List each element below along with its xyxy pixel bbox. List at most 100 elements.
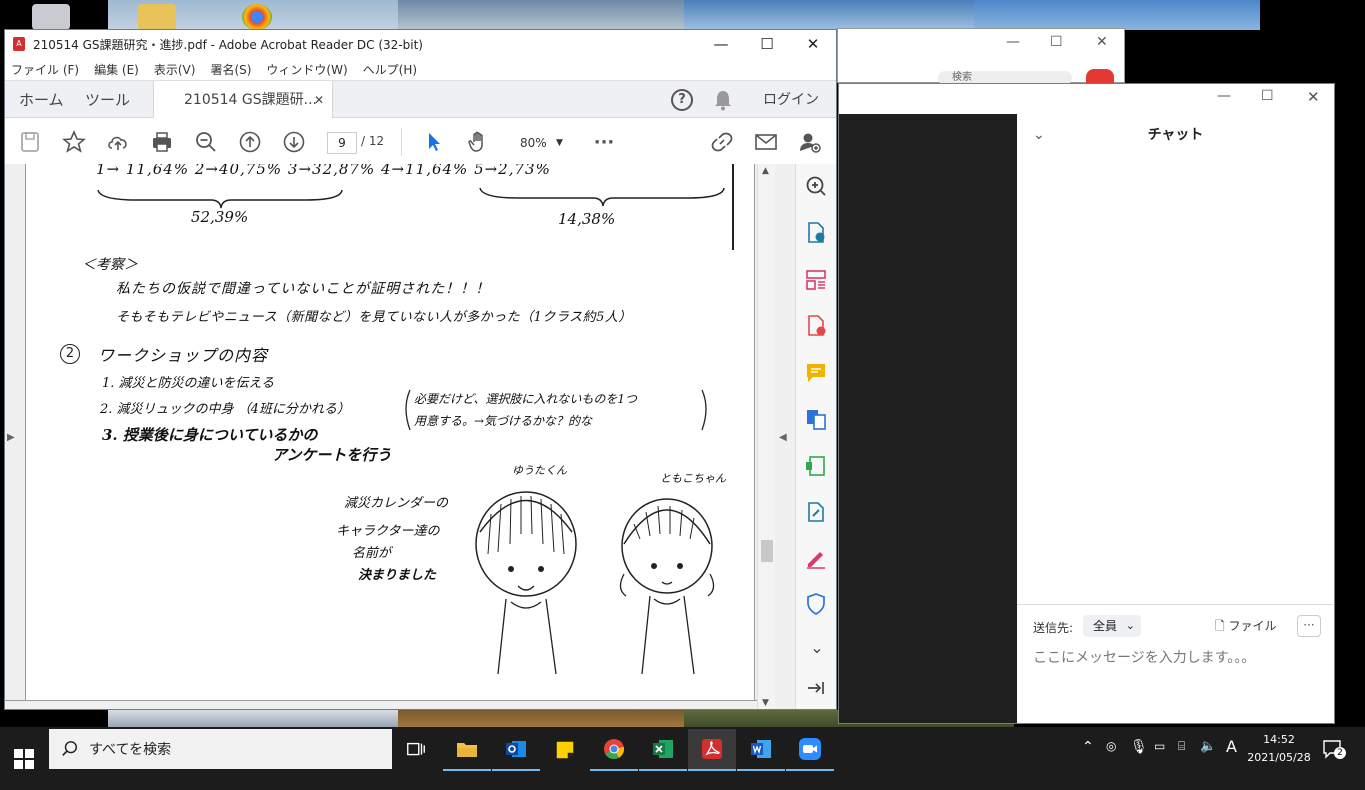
acrobat-taskbar-icon[interactable] bbox=[688, 729, 736, 771]
outlook-icon[interactable] bbox=[492, 729, 540, 771]
start-button[interactable] bbox=[0, 727, 48, 790]
share-link-icon[interactable] bbox=[709, 129, 735, 155]
menu-window[interactable]: ウィンドウ(W) bbox=[266, 61, 347, 78]
tab-home[interactable]: ホーム bbox=[19, 81, 64, 119]
word-icon[interactable] bbox=[737, 729, 785, 771]
page-number-input[interactable]: 9 bbox=[327, 132, 357, 154]
chrome-icon[interactable] bbox=[590, 729, 638, 771]
battery-icon[interactable]: ▭ bbox=[1154, 739, 1165, 753]
recipient-select[interactable]: 全員 ⌄ bbox=[1083, 615, 1141, 637]
comment-icon[interactable] bbox=[804, 361, 830, 387]
clock[interactable]: 14:52 2021/05/28 bbox=[1247, 731, 1311, 767]
maximize-icon[interactable]: ☐ bbox=[1261, 88, 1274, 104]
more-options-button[interactable]: ··· bbox=[1297, 615, 1321, 637]
email-icon[interactable] bbox=[753, 129, 779, 155]
scroll-up-icon[interactable]: ▲ bbox=[762, 166, 769, 176]
minimize-icon[interactable]: — bbox=[1217, 88, 1231, 104]
maximize-icon[interactable]: ☐ bbox=[744, 35, 790, 53]
menu-file[interactable]: ファイル (F) bbox=[11, 61, 79, 78]
network-icon[interactable]: ⌸ bbox=[1178, 739, 1185, 754]
chevron-down-icon[interactable]: ⌄ bbox=[804, 638, 830, 664]
minimize-icon[interactable]: — bbox=[698, 35, 744, 53]
tab-bar: ホーム ツール 210514 GS課題研... ✕ ? ログイン bbox=[5, 80, 836, 120]
edit-pdf-icon[interactable] bbox=[804, 500, 830, 526]
previous-page-icon[interactable] bbox=[237, 129, 263, 155]
item-2-note-b: 用意する。→気づけるかな？的な bbox=[414, 414, 593, 428]
right-panel-toggle-icon[interactable]: ◀ bbox=[779, 432, 787, 443]
taskbar-search[interactable]: すべてを検索 bbox=[49, 729, 392, 769]
print-icon[interactable] bbox=[149, 129, 175, 155]
save-icon[interactable] bbox=[17, 129, 43, 155]
workshop-item-1: 1. 減災と防災の違いを伝える bbox=[102, 376, 275, 391]
taskbar-search-placeholder: すべてを検索 bbox=[89, 742, 172, 758]
hand-tool-icon[interactable] bbox=[465, 129, 491, 155]
login-button[interactable]: ログイン bbox=[763, 81, 819, 119]
zoom-icon[interactable] bbox=[786, 729, 834, 771]
minimize-icon[interactable]: — bbox=[1006, 34, 1020, 50]
ime-indicator[interactable]: A bbox=[1226, 737, 1237, 756]
zoom-value: 80% bbox=[520, 136, 547, 150]
help-icon[interactable]: ? bbox=[671, 89, 693, 111]
task-view-icon[interactable] bbox=[392, 729, 440, 771]
close-icon[interactable]: ✕ bbox=[1307, 88, 1320, 106]
file-explorer-icon[interactable] bbox=[443, 729, 491, 771]
select-cursor-icon[interactable] bbox=[421, 129, 447, 155]
more-tools-icon[interactable]: ··· bbox=[591, 129, 617, 155]
vertical-scrollbar[interactable]: ▲ ▼ bbox=[757, 164, 775, 709]
menu-view[interactable]: 表示(V) bbox=[154, 61, 196, 78]
zoom-out-icon[interactable] bbox=[193, 129, 219, 155]
menu-sign[interactable]: 署名(S) bbox=[210, 61, 251, 78]
bell-icon[interactable] bbox=[713, 89, 733, 111]
chevron-down-icon[interactable]: ⌄ bbox=[1033, 114, 1045, 156]
acrobat-window: A 210514 GS課題研究・進捗.pdf - Adobe Acrobat R… bbox=[4, 29, 837, 710]
toolbar: 9 / 12 80% ▼ ··· bbox=[5, 118, 836, 166]
message-input[interactable]: ここにメッセージを入力します。。。 bbox=[1033, 647, 1323, 669]
menu-edit[interactable]: 編集 (E) bbox=[94, 61, 139, 78]
fill-sign-icon[interactable] bbox=[804, 546, 830, 572]
tab-tools[interactable]: ツール bbox=[85, 81, 130, 119]
folder-icon[interactable] bbox=[138, 4, 176, 30]
menu-help[interactable]: ヘルプ(H) bbox=[363, 61, 417, 78]
compress-pdf-icon[interactable] bbox=[804, 454, 830, 480]
tab-document[interactable]: 210514 GS課題研... ✕ bbox=[153, 81, 333, 120]
volume-icon[interactable]: 🔈 bbox=[1200, 739, 1216, 754]
chat-header: ⌄ チャット bbox=[1017, 114, 1334, 156]
consider-line-1: 私たちの仮説で間違っていないことが証明された！！！ bbox=[116, 281, 491, 297]
notification-center-icon[interactable]: 2 bbox=[1322, 739, 1346, 759]
camera-icon[interactable]: ◎ bbox=[1106, 739, 1116, 753]
next-page-icon[interactable] bbox=[281, 129, 307, 155]
document-viewer[interactable]: ▶ 1→ 11,64% 2→40,75% 3→32,87% 4→11,64% 5… bbox=[5, 164, 795, 709]
recycle-bin-icon[interactable] bbox=[32, 4, 70, 30]
protect-shield-icon[interactable] bbox=[804, 592, 830, 618]
excel-icon[interactable] bbox=[639, 729, 687, 771]
left-panel-toggle-icon[interactable]: ▶ bbox=[7, 432, 15, 443]
maximize-icon[interactable]: ☐ bbox=[1050, 34, 1063, 50]
scrollbar-thumb[interactable] bbox=[761, 540, 773, 562]
caption-line-2: キャラクター達の bbox=[336, 524, 440, 539]
close-tab-icon[interactable]: ✕ bbox=[314, 81, 324, 119]
organize-pages-icon[interactable] bbox=[804, 268, 830, 294]
cloud-upload-icon[interactable] bbox=[105, 129, 131, 155]
chat-messages bbox=[1017, 156, 1334, 604]
close-icon[interactable]: ✕ bbox=[790, 35, 836, 53]
chrome-desktop-icon[interactable] bbox=[242, 4, 272, 30]
scroll-down-icon[interactable]: ▼ bbox=[762, 698, 769, 708]
sticky-notes-icon[interactable] bbox=[541, 729, 589, 771]
combine-files-icon[interactable] bbox=[804, 407, 830, 433]
wallpaper-tile bbox=[684, 0, 974, 30]
notification-badge: 2 bbox=[1334, 747, 1346, 759]
file-button[interactable]: 🗋 ファイル bbox=[1215, 617, 1277, 638]
menu-bar: ファイル (F) 編集 (E) 表示(V) 署名(S) ウィンドウ(W) ヘルプ… bbox=[5, 58, 836, 80]
percent-line: 1→ 11,64% 2→40,75% 3→32,87% 4→11,64% 5→2… bbox=[96, 164, 551, 178]
bookmark-star-icon[interactable] bbox=[61, 129, 87, 155]
create-pdf-icon[interactable] bbox=[804, 314, 830, 340]
add-user-icon[interactable] bbox=[797, 129, 823, 155]
export-pdf-icon[interactable] bbox=[804, 221, 830, 247]
collapse-pane-icon[interactable] bbox=[804, 676, 830, 702]
close-icon[interactable]: ✕ bbox=[1096, 34, 1108, 50]
zoom-level-select[interactable]: 80% ▼ bbox=[510, 132, 570, 154]
microphone-icon[interactable]: 🎙 bbox=[1130, 739, 1148, 755]
chevron-up-icon[interactable]: ⌃ bbox=[1082, 739, 1094, 755]
enhance-scan-icon[interactable] bbox=[804, 174, 830, 200]
file-label: ファイル bbox=[1228, 619, 1277, 633]
